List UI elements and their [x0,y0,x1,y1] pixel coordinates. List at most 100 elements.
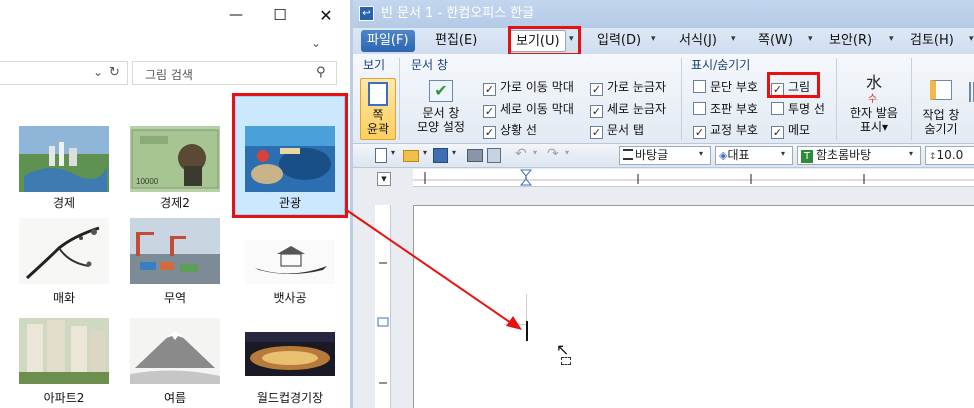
checkbox-doc-tab[interactable]: ✓ 문서 탭 [590,121,644,139]
vertical-ruler[interactable] [375,205,391,408]
hanja-label-2: 표시▾ [859,120,889,134]
docwin-style-button[interactable]: ✔ 문서 창 모양 설정 [411,78,471,140]
menu-security[interactable]: 보안(R) [829,30,872,52]
checkbox-box[interactable]: ✓ [590,105,603,118]
chevron-down-icon[interactable]: ▾ [909,149,913,158]
chevron-down-icon[interactable]: ▾ [889,34,894,44]
checkbox-h-scroll[interactable]: ✓ 가로 이동 막대 [483,78,574,96]
hanja-glyph: 水 [866,73,883,92]
chevron-down-icon[interactable]: ▾ [391,148,395,157]
checkbox-h-ruler[interactable]: ✓ 가로 눈금자 [590,78,666,96]
menu-review[interactable]: 검토(H) [910,30,954,52]
chevron-down-icon[interactable]: ⌄ [311,36,321,50]
apartment-thumbnail [19,318,109,384]
checkbox-box[interactable]: ✓ [693,126,706,139]
checkbox-box[interactable] [693,80,706,93]
checkbox-box[interactable] [693,102,706,115]
checkbox-box[interactable]: ✓ [771,126,784,139]
search-input[interactable]: 그림 검색 ⚲ [132,61,337,85]
checkbox-v-ruler[interactable]: ✓ 세로 눈금자 [590,100,666,118]
open-folder-icon[interactable] [403,150,419,162]
list-item[interactable]: 여름 [119,318,231,408]
chevron-down-icon[interactable]: ▾ [452,148,456,157]
economy-thumbnail [19,126,109,192]
drag-copy-box-icon [561,357,571,365]
document-page[interactable]: ↖ [413,205,974,408]
item-label: 무역 [163,291,187,305]
checkbox-box[interactable]: ✓ [483,126,496,139]
list-item[interactable]: 매화 [8,218,120,308]
chevron-down-icon[interactable]: ▾ [533,148,537,157]
chevron-down-icon[interactable]: ▾ [423,148,427,157]
checkbox-memo[interactable]: ✓ 메모 [771,121,810,139]
font-size-input[interactable]: ↕10.0 [925,146,974,165]
ruler-toggle-button[interactable]: ▼ [377,172,391,186]
minimize-button[interactable]: — [213,0,259,31]
chevron-down-icon[interactable]: ▾ [731,34,736,44]
banknote-value: 10000 [136,177,159,186]
checkbox-box[interactable]: ✓ [590,126,603,139]
redo-icon[interactable]: ↷ [547,146,559,162]
refresh-icon[interactable]: ↻ [109,65,120,80]
hanja-glyph-sub: 수 [868,94,878,105]
style-select[interactable]: 바탕글 [619,146,711,165]
checkbox-control-mark[interactable]: 조판 부호 [693,100,758,118]
list-item[interactable]: 뱃사공 [234,218,346,308]
chevron-down-icon[interactable]: ▾ [781,149,785,158]
checkbox-transparent-line[interactable]: 투명 선 [771,100,825,118]
checkbox-status-bar[interactable]: ✓ 상황 선 [483,121,537,139]
taskwin-label-2: 숨기기 [924,122,958,136]
checkbox-box[interactable]: ✓ [483,105,496,118]
menu-page[interactable]: 쪽(W) [758,30,793,52]
checkbox-box[interactable]: ✓ [590,83,603,96]
checkbox-box[interactable] [771,102,784,115]
chevron-down-icon[interactable]: ▾ [808,34,813,44]
scrollbar[interactable] [342,95,350,408]
preview-icon[interactable] [487,148,501,163]
checkbox-label: 가로 이동 막대 [500,80,574,94]
page-outline-icon [368,82,388,106]
print-icon[interactable] [467,149,483,162]
checkbox-edit-mark[interactable]: ✓ 교정 부호 [693,121,758,139]
stadium-thumbnail [245,332,335,376]
formatting-toolbar: ▾ ▾ ▾ ↶ ▾ ↷ ▾ 바탕글 ▾ ◈대표 ▾ T 함초롬바탕 ▾ ↕10.0 [353,144,974,168]
list-item[interactable]: 무역 [119,218,231,308]
ruler-ticks [377,262,389,384]
list-item[interactable]: 경제 [8,100,120,215]
window-title: 빈 문서 1 - 한컴오피스 한글 [381,6,535,21]
menu-input[interactable]: 입력(D) [597,30,641,52]
toolbar-overflow[interactable] [969,82,974,102]
close-button[interactable]: ✕ [303,0,349,31]
list-item[interactable]: 아파트2 [8,318,120,408]
search-icon[interactable]: ⚲ [316,65,326,80]
menu-file[interactable]: 파일(F) [361,30,415,52]
list-item[interactable]: 월드컵경기장 [234,318,346,408]
hanja-icon: 水 수 [843,73,905,106]
address-bar[interactable]: ⌄ ↻ [0,61,128,85]
menu-format[interactable]: 서식(J) [679,30,717,52]
checkbox-para-mark[interactable]: 문단 부호 [693,78,758,96]
menu-edit[interactable]: 편집(E) [435,30,477,52]
chevron-down-icon[interactable]: ▾ [969,34,974,44]
horizontal-ruler[interactable] [413,169,974,187]
new-document-icon[interactable] [375,148,387,163]
font-select[interactable]: T 함초롬바탕 [797,146,921,165]
ribbon: 보기 쪽 윤곽 문서 창 ✔ 문서 창 모양 설정 ✓ 가로 이동 막대 ✓ 세로 … [353,54,974,144]
checkbox-v-scroll[interactable]: ✓ 세로 이동 막대 [483,100,574,118]
save-icon[interactable] [433,148,448,163]
chevron-down-icon[interactable]: ▾ [699,149,703,158]
task-window-button[interactable]: 작업 창 숨기기 [915,76,967,140]
checkbox-box[interactable]: ✓ [483,83,496,96]
chevron-down-icon[interactable]: ▾ [565,148,569,157]
maximize-button[interactable]: ☐ [257,0,303,31]
hanja-pronounce-button[interactable]: 水 수 한자 발음 표시▾ [843,73,905,140]
undo-icon[interactable]: ↶ [515,146,527,162]
chevron-down-icon[interactable]: ⌄ [93,65,103,79]
divider [911,58,912,140]
divider [681,58,682,140]
divider [399,58,400,140]
outline-view-button[interactable]: 쪽 윤곽 [360,78,396,140]
search-placeholder: 그림 검색 [145,68,193,82]
chevron-down-icon[interactable]: ▾ [651,34,656,44]
list-item[interactable]: 10000 경제2 [119,100,231,215]
